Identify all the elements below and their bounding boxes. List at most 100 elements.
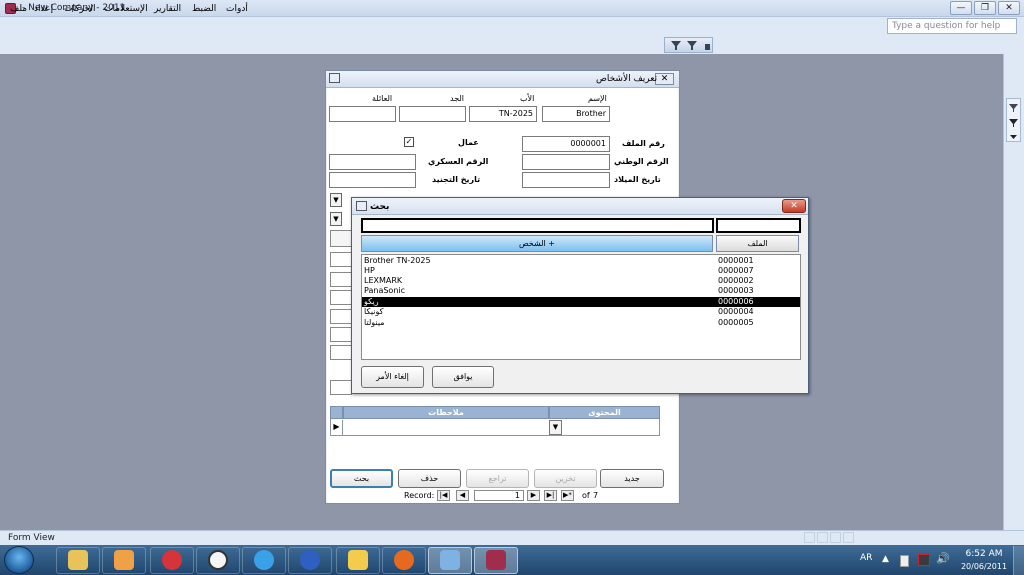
show-desktop-button[interactable] xyxy=(1013,546,1024,575)
internet-explorer-icon xyxy=(254,550,274,570)
hidden-field[interactable] xyxy=(330,272,352,287)
list-item[interactable]: PanaSonic 0000003 xyxy=(362,286,800,296)
menu-control[interactable]: الضبط xyxy=(192,4,216,14)
hidden-field[interactable] xyxy=(330,345,352,360)
undo-button[interactable]: تراجع xyxy=(466,469,529,488)
name-field[interactable]: Brother xyxy=(542,106,610,122)
delete-button[interactable]: حذف xyxy=(398,469,461,488)
id-filter-input[interactable] xyxy=(716,218,801,233)
dialog-close-button[interactable]: ✕ xyxy=(782,199,806,213)
pushpin-icon xyxy=(162,550,182,570)
national-no-field[interactable] xyxy=(522,154,610,170)
file-no-field[interactable]: 0000001 xyxy=(522,136,610,152)
tray-time[interactable]: 6:52 AM xyxy=(962,549,1006,559)
id-column-header[interactable]: الملف xyxy=(716,235,799,252)
folder-icon xyxy=(68,550,88,570)
family-label: العائلة xyxy=(372,94,393,103)
hidden-field[interactable] xyxy=(330,327,352,342)
help-search-input[interactable]: Type a question for help xyxy=(887,18,1017,34)
search-button[interactable]: بحث xyxy=(330,469,393,488)
cancel-button[interactable]: إلغاء الأمر xyxy=(361,366,424,388)
workers-label: عمال xyxy=(458,138,479,147)
file-no-label: رقم الملف xyxy=(622,139,665,148)
family-field[interactable] xyxy=(329,106,396,122)
next-record-icon[interactable]: ▶ xyxy=(527,490,540,501)
ok-button[interactable]: يوافق xyxy=(432,366,494,388)
menu-transactions[interactable]: الحركات xyxy=(64,4,96,14)
dropdown-arrow-icon[interactable]: ▼ xyxy=(330,212,342,226)
start-button[interactable] xyxy=(4,546,34,574)
list-item[interactable]: LEXMARK 0000002 xyxy=(362,276,800,286)
volume-icon[interactable]: 🔊 xyxy=(936,552,950,565)
list-item-id: 0000007 xyxy=(718,266,754,275)
father-field[interactable]: TN-2025 xyxy=(469,106,537,122)
list-item[interactable]: HP 0000007 xyxy=(362,266,800,276)
save-button[interactable]: تخزين xyxy=(534,469,597,488)
hidden-field[interactable] xyxy=(330,290,352,305)
military-no-field[interactable] xyxy=(329,154,416,170)
search-dialog-title: بحث xyxy=(370,202,390,212)
menu-reports[interactable]: التقارير xyxy=(154,4,181,14)
record-of-label: of xyxy=(582,491,590,500)
hidden-field[interactable] xyxy=(330,309,352,324)
prev-record-icon[interactable]: ◀ xyxy=(456,490,469,501)
mail-icon xyxy=(348,550,368,570)
list-item[interactable]: مينولتا 0000005 xyxy=(362,318,800,328)
record-number-input[interactable]: 1 xyxy=(474,490,524,501)
clock-icon xyxy=(208,550,228,570)
status-bar xyxy=(0,530,1024,545)
list-item-id: 0000003 xyxy=(718,286,754,295)
new-button[interactable]: جديد xyxy=(600,469,664,488)
restore-button[interactable]: ❐ xyxy=(974,1,996,15)
filter-icon[interactable] xyxy=(665,38,712,52)
hidden-field[interactable] xyxy=(330,252,352,267)
search-dialog-title-bar xyxy=(352,198,808,215)
list-item[interactable]: Brother TN-2025 0000001 xyxy=(362,256,800,266)
list-item-selected[interactable]: ريكو 0000006 xyxy=(362,297,800,307)
menu-tools[interactable]: أدوات xyxy=(226,4,248,14)
network-status-icon[interactable] xyxy=(918,554,930,566)
battery-icon[interactable] xyxy=(900,555,909,567)
content-column-header[interactable]: المحتوى xyxy=(549,406,660,419)
father-label: الأب xyxy=(520,94,535,103)
record-total: 7 xyxy=(593,491,599,500)
status-cell xyxy=(817,532,828,543)
close-button[interactable]: ✕ xyxy=(998,1,1020,15)
funnel-icon[interactable] xyxy=(1007,99,1020,141)
results-list[interactable]: Brother TN-2025 0000001 HP 0000007 LEXMARK… xyxy=(361,254,801,360)
grandfather-field[interactable] xyxy=(399,106,466,122)
new-record-icon[interactable]: ▶* xyxy=(561,490,574,501)
form-menu-icon[interactable] xyxy=(329,73,340,83)
filter-side-panel[interactable] xyxy=(1006,98,1021,142)
tray-date[interactable]: 20/06/2011 xyxy=(958,562,1010,571)
menu-file[interactable]: ملف xyxy=(10,4,27,14)
dropdown-arrow-icon[interactable]: ▼ xyxy=(330,193,342,207)
filter-toolbar[interactable] xyxy=(664,37,713,53)
hidden-field[interactable] xyxy=(330,380,352,395)
name-column-header[interactable]: الشخص + xyxy=(361,235,713,252)
access-icon xyxy=(486,550,506,570)
menu-setup[interactable]: إعداد xyxy=(34,4,53,14)
list-item-name: كونيكا xyxy=(364,307,384,316)
last-record-icon[interactable]: ▶| xyxy=(544,490,557,501)
birth-date-field[interactable] xyxy=(522,172,610,188)
workers-checkbox[interactable]: ✓ xyxy=(404,137,414,147)
recruit-date-field[interactable] xyxy=(329,172,416,188)
name-filter-input[interactable] xyxy=(361,218,714,233)
hidden-button[interactable] xyxy=(330,230,352,247)
notes-column-header[interactable]: ملاحظات xyxy=(343,406,549,419)
form-close-button[interactable]: ✕ xyxy=(655,73,674,85)
military-no-label: الرقم العسكري xyxy=(428,157,489,166)
minimize-button[interactable]: — xyxy=(950,1,972,15)
language-indicator[interactable]: AR xyxy=(860,553,872,563)
view-mode-status: Form View xyxy=(8,533,55,543)
content-dropdown-icon[interactable]: ▼ xyxy=(549,420,562,435)
row-selector-icon[interactable]: ▶ xyxy=(331,420,343,435)
menu-queries[interactable]: الإستعلامات xyxy=(104,4,148,14)
list-item-name: Brother TN-2025 xyxy=(364,256,431,265)
list-item[interactable]: كونيكا 0000004 xyxy=(362,307,800,317)
dialog-menu-icon[interactable] xyxy=(356,201,367,211)
first-record-icon[interactable]: |◀ xyxy=(437,490,450,501)
list-item-id: 0000004 xyxy=(718,307,754,316)
tray-expand-icon[interactable]: ▲ xyxy=(882,554,889,564)
